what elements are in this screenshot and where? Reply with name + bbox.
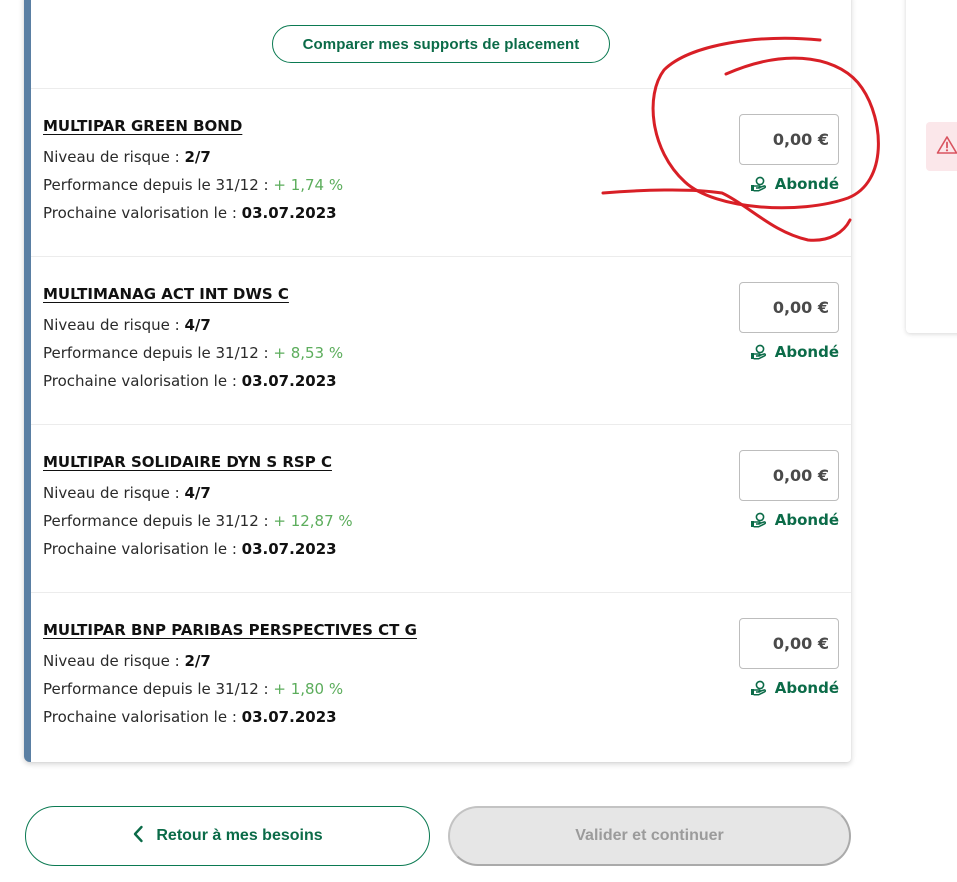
risk-line: Niveau de risque : 4/7 — [43, 311, 851, 339]
abonde-label: Abondé — [774, 175, 839, 193]
funds-card: Comparer mes supports de placement MULTI… — [24, 0, 851, 762]
amount-input[interactable] — [739, 450, 839, 501]
performance-value: + 8,53 % — [273, 344, 344, 362]
risk-label: Niveau de risque : — [43, 484, 180, 502]
performance-value: + 1,74 % — [273, 176, 344, 194]
valuation-label: Prochaine valorisation le : — [43, 204, 237, 222]
valuation-line: Prochaine valorisation le : 03.07.2023 — [43, 535, 851, 563]
hand-coin-icon — [750, 680, 767, 696]
fund-name-link[interactable]: MULTIPAR GREEN BOND — [43, 117, 851, 143]
risk-line: Niveau de risque : 4/7 — [43, 479, 851, 507]
performance-line: Performance depuis le 31/12 : + 1,74 % — [43, 171, 851, 199]
valuation-label: Prochaine valorisation le : — [43, 372, 237, 390]
valuation-label: Prochaine valorisation le : — [43, 540, 237, 558]
performance-label: Performance depuis le 31/12 : — [43, 344, 269, 362]
page: Comparer mes supports de placement MULTI… — [0, 0, 957, 882]
hand-coin-icon — [750, 344, 767, 360]
risk-label: Niveau de risque : — [43, 148, 180, 166]
valuation-line: Prochaine valorisation le : 03.07.2023 — [43, 199, 851, 227]
valuation-date: 03.07.2023 — [241, 204, 337, 222]
chevron-left-icon — [132, 825, 144, 848]
risk-value: 2/7 — [184, 652, 211, 670]
performance-line: Performance depuis le 31/12 : + 12,87 % — [43, 507, 851, 535]
amount-input[interactable] — [739, 114, 839, 165]
valuation-label: Prochaine valorisation le : — [43, 708, 237, 726]
abonde-badge: Abondé — [750, 343, 839, 361]
compare-section: Comparer mes supports de placement — [31, 0, 851, 88]
back-button-label: Retour à mes besoins — [156, 827, 323, 844]
risk-label: Niveau de risque : — [43, 652, 180, 670]
abonde-label: Abondé — [774, 511, 839, 529]
valuation-date: 03.07.2023 — [241, 540, 337, 558]
hand-coin-icon — [750, 512, 767, 528]
performance-line: Performance depuis le 31/12 : + 8,53 % — [43, 339, 851, 367]
performance-label: Performance depuis le 31/12 : — [43, 176, 269, 194]
performance-label: Performance depuis le 31/12 : — [43, 680, 269, 698]
valuation-date: 03.07.2023 — [241, 708, 337, 726]
hand-coin-icon — [750, 176, 767, 192]
fund-row: MULTIMANAG ACT INT DWS C Niveau de risqu… — [31, 256, 851, 424]
fund-row: MULTIPAR GREEN BOND Niveau de risque : 2… — [31, 88, 851, 256]
fund-row: MULTIPAR BNP PARIBAS PERSPECTIVES CT G N… — [31, 592, 851, 760]
amount-input[interactable] — [739, 282, 839, 333]
risk-value: 2/7 — [184, 148, 211, 166]
valuation-line: Prochaine valorisation le : 03.07.2023 — [43, 367, 851, 395]
abonde-label: Abondé — [774, 679, 839, 697]
risk-value: 4/7 — [184, 484, 211, 502]
fund-name-link[interactable]: MULTIMANAG ACT INT DWS C — [43, 285, 851, 311]
abonde-label: Abondé — [774, 343, 839, 361]
abonde-badge: Abondé — [750, 511, 839, 529]
back-button[interactable]: Retour à mes besoins — [25, 806, 430, 866]
abonde-badge: Abondé — [750, 175, 839, 193]
fund-name-link[interactable]: MULTIPAR SOLIDAIRE DYN S RSP C — [43, 453, 851, 479]
validate-continue-button[interactable]: Valider et continuer — [448, 806, 851, 866]
performance-value: + 12,87 % — [273, 512, 353, 530]
compare-supports-button[interactable]: Comparer mes supports de placement — [272, 25, 610, 63]
performance-value: + 1,80 % — [273, 680, 344, 698]
risk-value: 4/7 — [184, 316, 211, 334]
valuation-line: Prochaine valorisation le : 03.07.2023 — [43, 703, 851, 731]
performance-label: Performance depuis le 31/12 : — [43, 512, 269, 530]
valuation-date: 03.07.2023 — [241, 372, 337, 390]
risk-line: Niveau de risque : 2/7 — [43, 647, 851, 675]
warning-box — [926, 122, 957, 171]
performance-line: Performance depuis le 31/12 : + 1,80 % — [43, 675, 851, 703]
abonde-badge: Abondé — [750, 679, 839, 697]
side-panel — [906, 0, 957, 333]
risk-line: Niveau de risque : 2/7 — [43, 143, 851, 171]
amount-input[interactable] — [739, 618, 839, 669]
warning-triangle-icon — [936, 135, 957, 159]
fund-row: MULTIPAR SOLIDAIRE DYN S RSP C Niveau de… — [31, 424, 851, 592]
risk-label: Niveau de risque : — [43, 316, 180, 334]
fund-name-link[interactable]: MULTIPAR BNP PARIBAS PERSPECTIVES CT G — [43, 621, 851, 647]
